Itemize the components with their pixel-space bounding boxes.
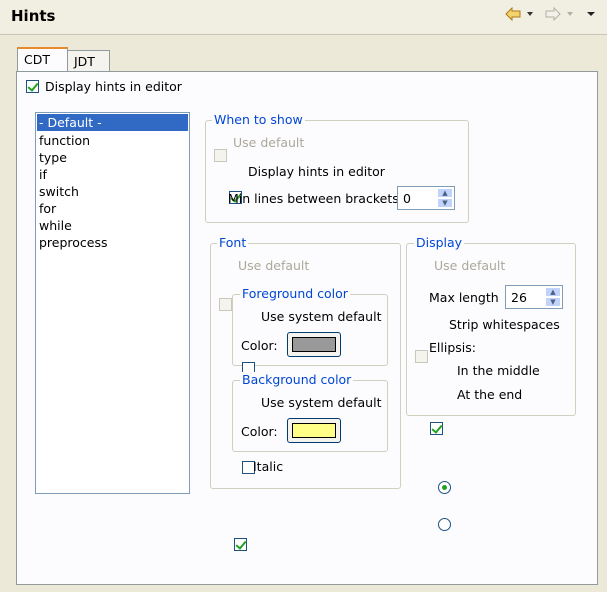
font-use-default-checkbox[interactable]: [219, 298, 232, 311]
forward-button[interactable]: [545, 5, 561, 23]
hint-type-list[interactable]: - Default - function type if switch for …: [35, 112, 190, 494]
list-item[interactable]: switch: [36, 183, 189, 200]
tab-cdt[interactable]: CDT: [17, 47, 68, 71]
ellipsis-middle-radio[interactable]: [438, 481, 451, 494]
foreground-color-button[interactable]: [287, 332, 341, 357]
max-length-spinner[interactable]: 26 ▲ ▼: [505, 285, 563, 309]
view-menu-icon: [586, 10, 596, 18]
forward-arrow-icon: [545, 7, 561, 21]
when-display-hints-label: Display hints in editor: [248, 164, 385, 179]
min-lines-value: 0: [403, 191, 411, 206]
display-use-default-checkbox[interactable]: [415, 350, 428, 363]
ellipsis-middle-label: In the middle: [457, 363, 540, 378]
spin-down-button[interactable]: ▼: [437, 198, 453, 208]
tab-jdt[interactable]: JDT: [67, 50, 110, 72]
list-item[interactable]: preprocess: [36, 234, 189, 251]
display-title: Display: [414, 235, 465, 250]
back-button[interactable]: [505, 5, 521, 23]
list-item[interactable]: - Default -: [37, 114, 188, 131]
spin-up-button[interactable]: ▲: [437, 188, 453, 198]
spin-down-button[interactable]: ▼: [545, 297, 561, 307]
chevron-down-icon: [526, 10, 534, 18]
when-use-default-checkbox[interactable]: [214, 149, 227, 162]
back-history-dropdown[interactable]: [526, 5, 534, 23]
italic-label: Italic: [253, 459, 284, 474]
spin-up-button[interactable]: ▲: [545, 287, 561, 297]
fg-color-label: Color:: [241, 338, 278, 353]
list-item[interactable]: while: [36, 217, 189, 234]
list-item[interactable]: function: [36, 132, 189, 149]
background-color-button[interactable]: [287, 418, 341, 443]
chevron-down-icon: ▼: [550, 298, 556, 306]
list-item[interactable]: for: [36, 200, 189, 217]
ellipsis-label: Ellipsis:: [429, 340, 476, 355]
max-length-value: 26: [511, 290, 527, 305]
list-item[interactable]: if: [36, 166, 189, 183]
strip-whitespaces-checkbox[interactable]: [430, 422, 443, 435]
strip-whitespaces-label: Strip whitespaces: [449, 317, 560, 332]
font-title: Font: [217, 235, 249, 250]
max-length-label: Max length: [429, 290, 499, 305]
chevron-up-icon: ▲: [442, 189, 448, 197]
chevron-down-icon: [566, 10, 574, 18]
page-title: Hints: [11, 7, 56, 25]
display-hints-label: Display hints in editor: [45, 79, 182, 94]
min-lines-label: Min lines between brackets: [228, 191, 399, 206]
list-item[interactable]: type: [36, 149, 189, 166]
forward-history-dropdown[interactable]: [566, 5, 574, 23]
bg-color-label: Color:: [241, 424, 278, 439]
when-to-show-title: When to show: [212, 112, 305, 127]
ellipsis-end-label: At the end: [457, 387, 523, 402]
chevron-down-icon: ▼: [442, 199, 448, 207]
when-use-default-label: Use default: [233, 135, 305, 150]
min-lines-spinner[interactable]: 0 ▲ ▼: [397, 186, 455, 210]
fg-system-default-label: Use system default: [261, 309, 382, 324]
color-swatch: [292, 423, 336, 438]
display-use-default-label: Use default: [434, 258, 506, 273]
ellipsis-end-radio[interactable]: [438, 518, 451, 531]
tab-label: CDT: [24, 52, 50, 67]
foreground-color-title: Foreground color: [240, 286, 350, 301]
back-arrow-icon: [505, 7, 521, 21]
background-color-title: Background color: [240, 372, 354, 387]
chevron-up-icon: ▲: [550, 288, 556, 296]
color-swatch: [292, 337, 336, 352]
tab-label: JDT: [74, 54, 95, 69]
italic-checkbox[interactable]: [234, 538, 247, 551]
bg-system-default-label: Use system default: [261, 395, 382, 410]
view-menu-button[interactable]: [586, 5, 596, 23]
font-use-default-label: Use default: [238, 258, 310, 273]
font-group: [210, 243, 401, 489]
display-hints-checkbox[interactable]: [26, 80, 39, 93]
